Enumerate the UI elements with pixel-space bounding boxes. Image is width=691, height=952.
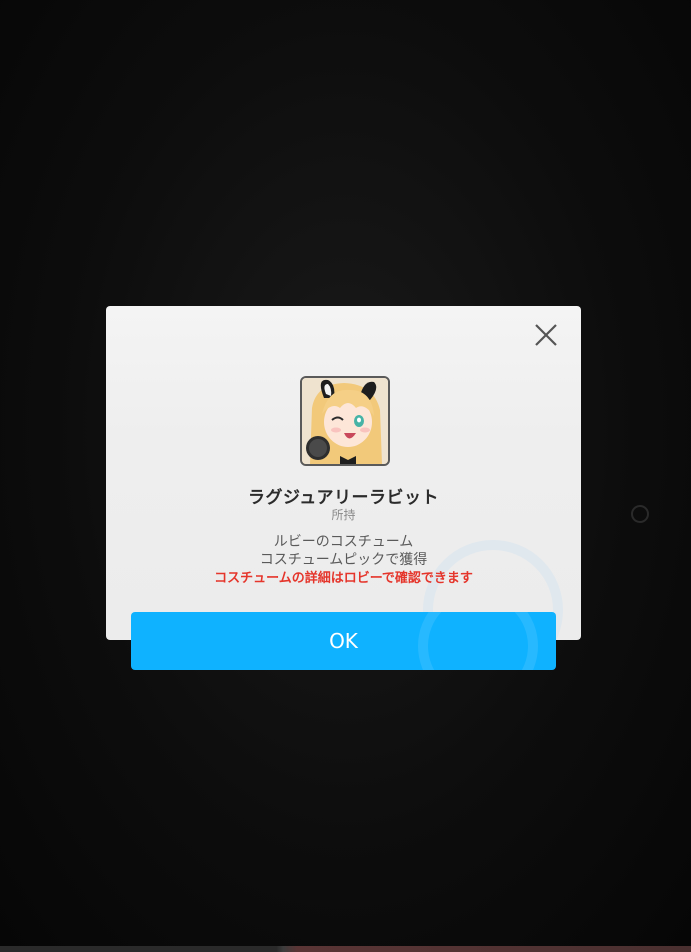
description-line-1: ルビーのコスチューム <box>273 534 414 550</box>
close-button[interactable] <box>533 322 559 348</box>
owned-status: 所持 <box>331 508 356 522</box>
bottom-strip <box>0 946 691 952</box>
button-watermark <box>418 612 538 670</box>
ok-button[interactable]: OK <box>131 612 556 670</box>
item-name: ラグジュアリーラビット <box>248 488 439 508</box>
costume-portrait-icon <box>300 376 390 466</box>
warning-text: コスチュームの詳細はロビーで確認できます <box>214 571 473 586</box>
close-icon <box>535 324 557 346</box>
description-line-2: コスチュームピックで獲得 <box>259 552 428 568</box>
ok-button-label: OK <box>329 629 358 653</box>
item-info-dialog <box>106 306 581 640</box>
background-ring-icon <box>631 505 649 523</box>
